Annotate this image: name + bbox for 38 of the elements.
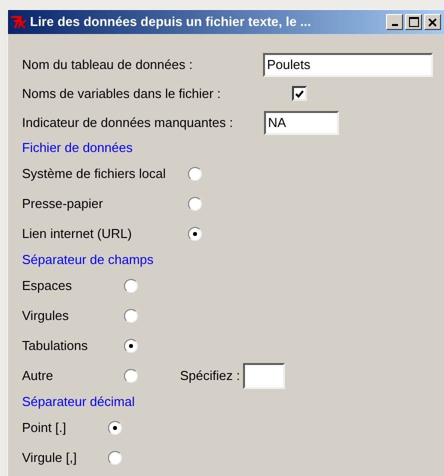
checkbox[interactable] [292, 86, 307, 101]
option-label: Autre [22, 367, 54, 386]
option-label: Espaces [22, 277, 73, 296]
field-label: Indicateur de données manquantes : [22, 114, 234, 132]
radio-button[interactable] [124, 279, 138, 293]
minimize-icon [392, 24, 398, 26]
radio-button[interactable] [124, 369, 138, 383]
radio-button[interactable] [188, 227, 202, 241]
checkmark-icon [295, 90, 304, 98]
option-label: Lien internet (URL) [22, 225, 133, 244]
section-heading: Fichier de données [22, 139, 133, 157]
maximize-icon [408, 17, 418, 27]
field-label: Nom du tableau de données : [22, 56, 194, 74]
option-label: Virgules [22, 307, 70, 326]
text-field[interactable]: Poulets [263, 52, 433, 76]
option-label: Presse-papier [22, 195, 104, 214]
radio-button[interactable] [108, 421, 122, 435]
maximize-button[interactable] [405, 14, 422, 30]
section-heading: Séparateur de champs [22, 251, 154, 269]
close-icon [428, 18, 437, 26]
radio-button[interactable] [188, 167, 202, 181]
window-title: Lire des données depuis un fichier texte, le ... [30, 13, 312, 32]
radio-button[interactable] [124, 339, 138, 353]
option-label: Point [.] [22, 419, 68, 438]
field-label: Spécifiez : [180, 367, 240, 386]
text-field[interactable] [242, 363, 285, 389]
option-label: Virgule [,] [22, 449, 78, 468]
radio-button[interactable] [108, 451, 122, 465]
text-field[interactable]: NA [264, 110, 339, 134]
app-icon [10, 15, 28, 29]
radio-button[interactable] [188, 197, 202, 211]
option-label: Système de fichiers local [22, 165, 167, 184]
radio-button[interactable] [124, 309, 138, 323]
section-heading: Séparateur décimal [22, 393, 135, 411]
option-label: Tabulations [22, 337, 89, 356]
field-label: Noms de variables dans le fichier : [22, 84, 222, 103]
close-button[interactable] [424, 14, 441, 30]
minimize-button[interactable] [386, 14, 403, 30]
